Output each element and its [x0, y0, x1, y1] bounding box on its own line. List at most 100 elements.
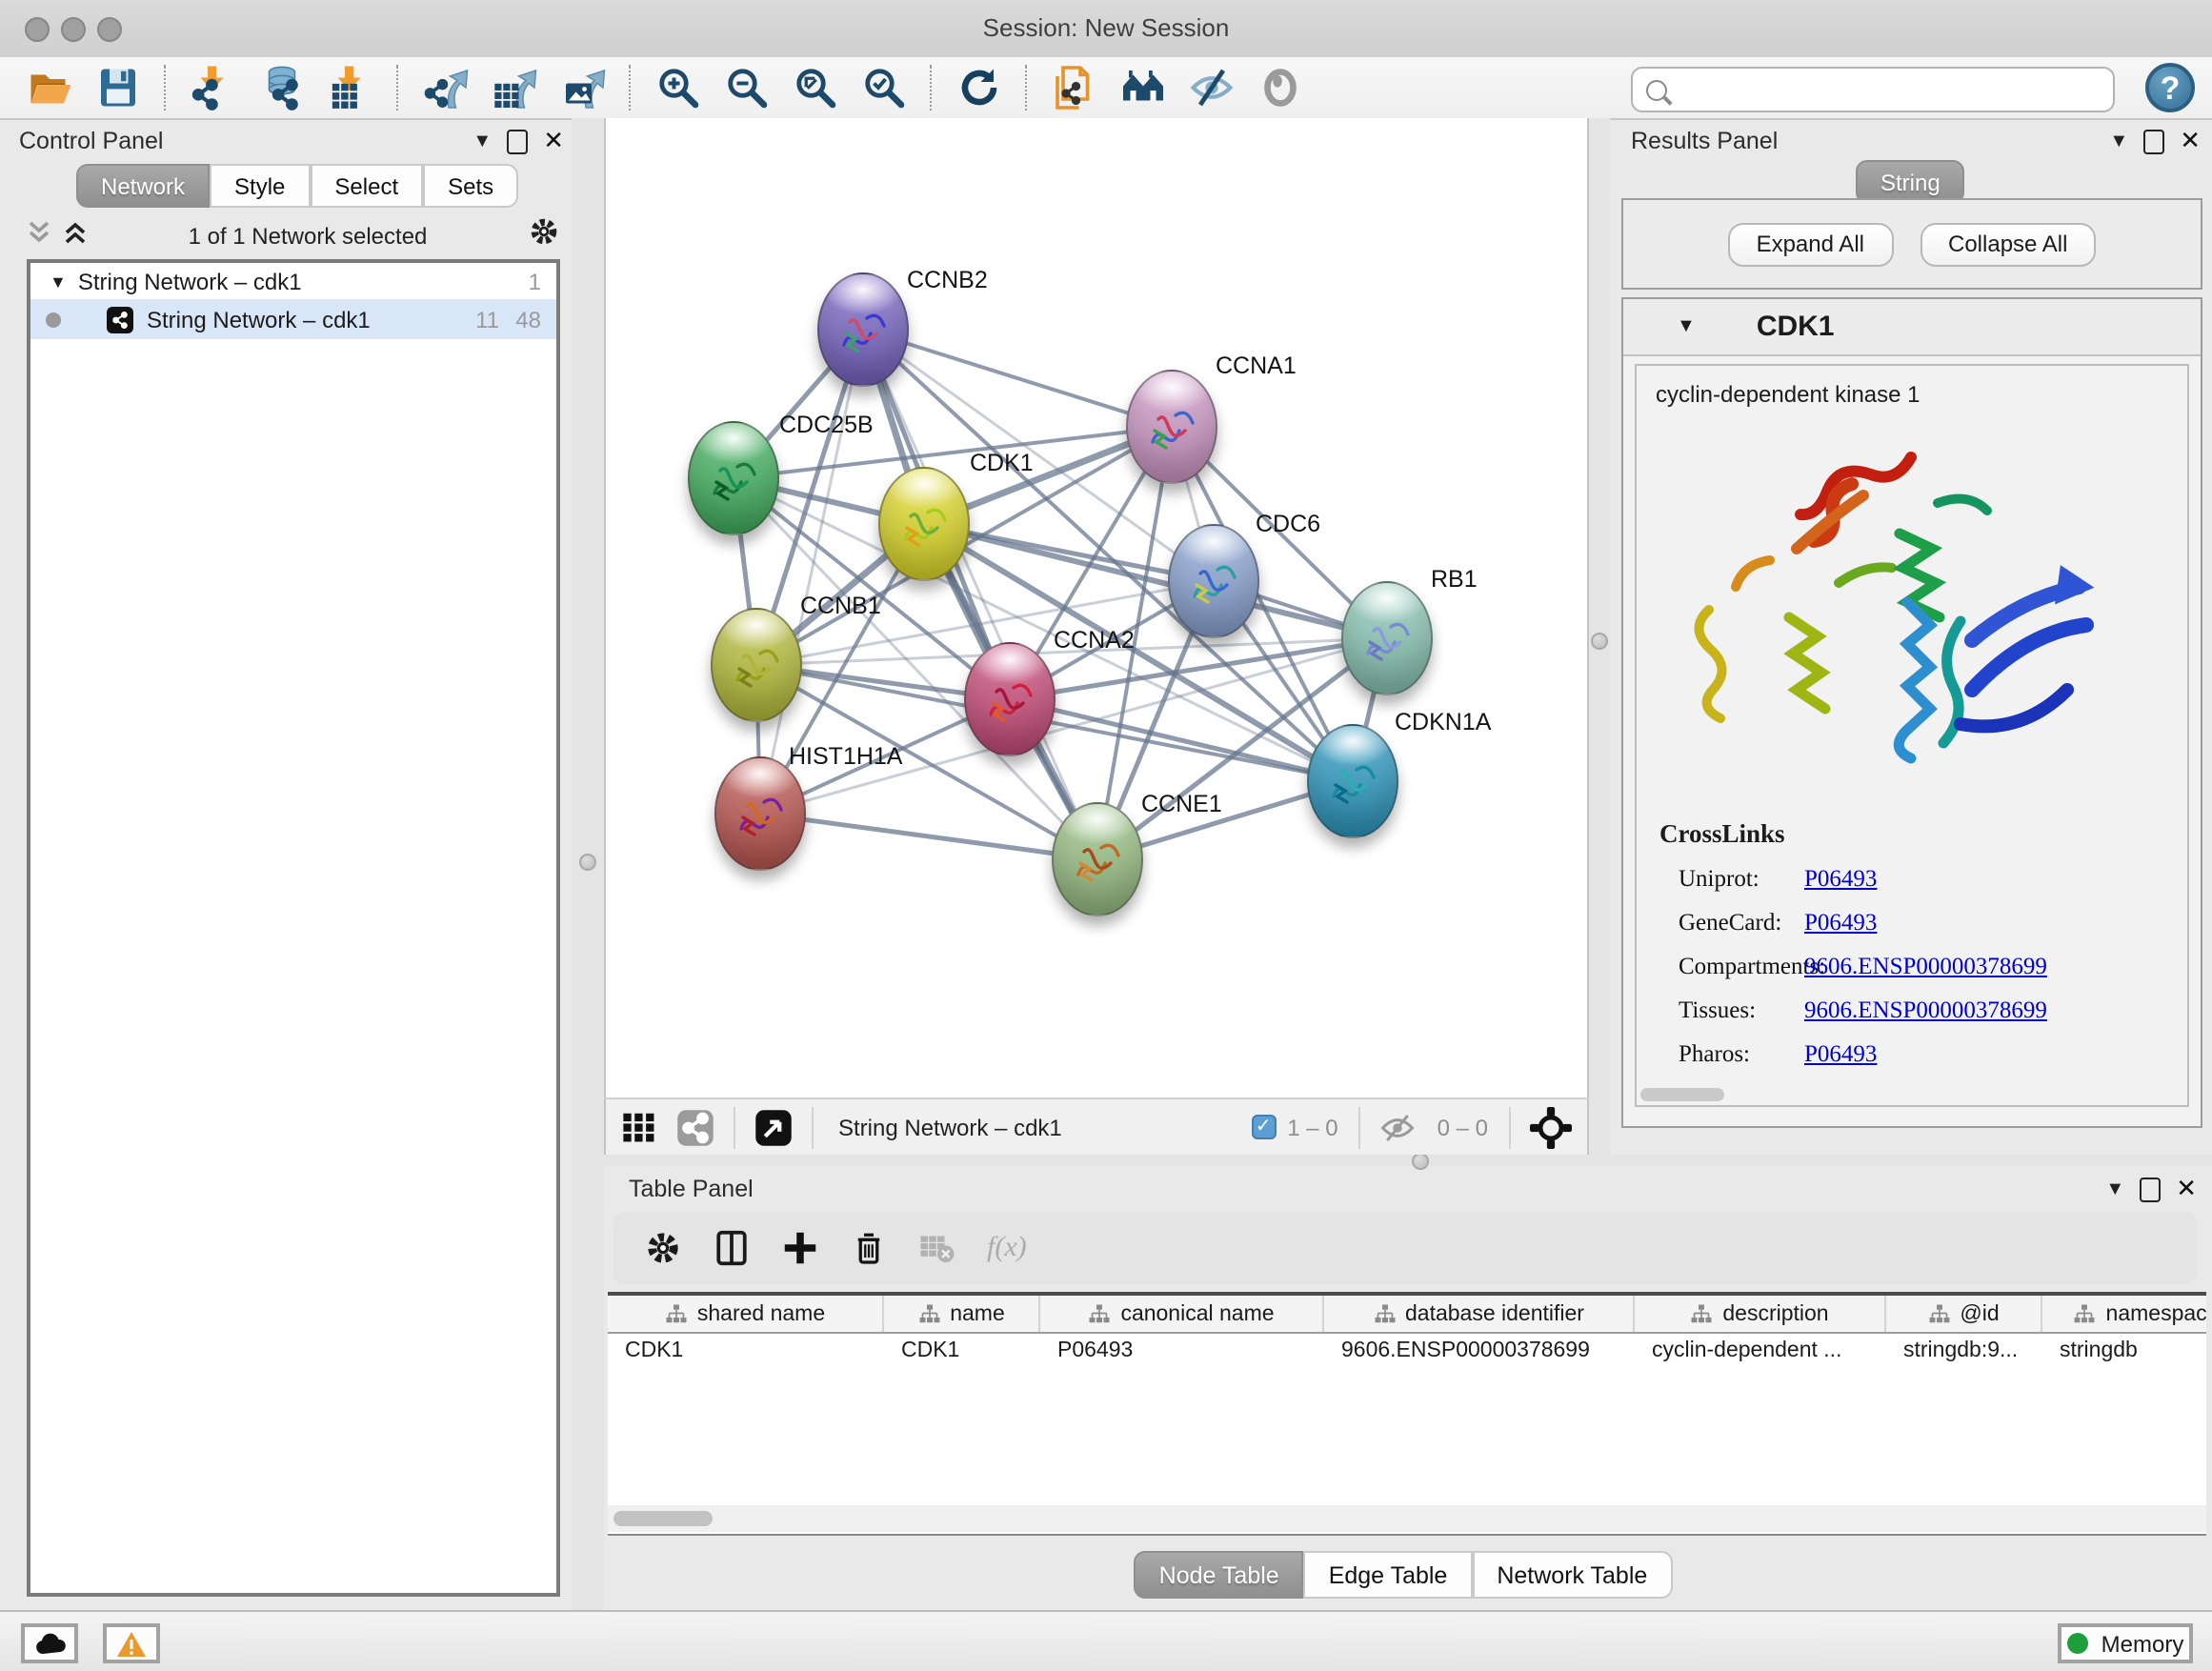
network-canvas[interactable]: CCNB2 CCNA1 CDC25B CDK1 CDC6 — [604, 118, 1589, 1097]
crosslink-url[interactable]: 9606.ENSP00000378699 — [1804, 953, 2047, 981]
hidden-eye-icon[interactable] — [1380, 1112, 1417, 1142]
tab-network[interactable]: Network — [76, 164, 210, 208]
collection-collapse-icon[interactable]: ▼ — [50, 272, 67, 291]
show-hide-graphics-icon[interactable] — [1183, 61, 1240, 114]
network-node-CCNB2[interactable] — [817, 272, 909, 387]
crosslink-url[interactable]: P06493 — [1804, 1040, 1877, 1069]
zoom-out-icon[interactable] — [718, 61, 775, 114]
left-splitter[interactable] — [572, 118, 604, 1610]
open-file-icon[interactable] — [21, 61, 78, 114]
column-header-description[interactable]: description — [1635, 1296, 1886, 1332]
search-input[interactable] — [1677, 76, 2113, 103]
network-node-CDC25B[interactable] — [688, 421, 779, 535]
results-entry-body: cyclin-dependent kinase 1 — [1635, 364, 2189, 1107]
entry-collapse-icon[interactable]: ▼ — [1677, 316, 1696, 337]
network-node-CDC6[interactable] — [1168, 524, 1259, 638]
zoom-in-icon[interactable] — [650, 61, 707, 114]
table-cell[interactable]: cyclin-dependent ... — [1635, 1334, 1886, 1366]
collapse-all-networks-icon[interactable] — [27, 218, 51, 254]
crosslink-label: Compartments: — [1679, 953, 1804, 981]
network-node-CCNE1[interactable] — [1052, 802, 1143, 916]
selected-checkbox-icon[interactable]: ✓ — [1251, 1115, 1276, 1139]
results-scrollbar[interactable] — [1640, 1088, 1724, 1101]
network-node-CCNA1[interactable] — [1126, 370, 1217, 484]
node-label-RB1: RB1 — [1431, 566, 1478, 593]
network-row[interactable]: String Network – cdk1 11 48 — [30, 299, 556, 339]
table-cell[interactable]: stringdb:9... — [1886, 1334, 2042, 1366]
control-panel-close-icon[interactable]: ✕ — [543, 126, 564, 156]
crosslink-url[interactable]: 9606.ENSP00000378699 — [1804, 997, 2047, 1025]
tab-select[interactable]: Select — [310, 164, 423, 208]
control-panel-menu-icon[interactable]: ▼ — [473, 131, 492, 151]
help-icon[interactable]: ? — [2145, 63, 2195, 112]
column-header-database-identifier[interactable]: database identifier — [1324, 1296, 1635, 1332]
table-cell[interactable]: P06493 — [1040, 1334, 1324, 1366]
network-node-RB1[interactable] — [1341, 581, 1433, 695]
table-cell[interactable]: 9606.ENSP00000378699 — [1324, 1334, 1635, 1366]
column-header-canonical-name[interactable]: canonical name — [1040, 1296, 1324, 1332]
node-table: shared namenamecanonical namedatabase id… — [608, 1292, 2206, 1536]
results-panel-float-icon[interactable] — [2143, 129, 2164, 153]
table-cell[interactable]: CDK1 — [884, 1334, 1040, 1366]
network-node-CCNA2[interactable] — [964, 642, 1056, 756]
first-neighbors-icon[interactable] — [1115, 61, 1172, 114]
control-panel-float-icon[interactable] — [507, 129, 528, 153]
tab-sets[interactable]: Sets — [423, 164, 518, 208]
network-node-CDK1[interactable] — [878, 467, 970, 581]
bottom-splitter[interactable] — [604, 1155, 2212, 1166]
bird-eye-toggle-icon[interactable] — [1252, 61, 1309, 114]
crosslink-url[interactable]: P06493 — [1804, 909, 1877, 937]
grid-view-icon[interactable] — [621, 1109, 657, 1145]
select-columns-icon[interactable] — [713, 1229, 751, 1267]
import-network-database-icon[interactable] — [253, 61, 311, 114]
fit-content-icon[interactable] — [787, 61, 844, 114]
refresh-icon[interactable] — [951, 61, 1008, 114]
tab-network-table[interactable]: Network Table — [1472, 1551, 1672, 1599]
import-network-file-icon[interactable] — [185, 61, 242, 114]
table-hscrollbar[interactable] — [608, 1505, 2206, 1532]
export-image-icon[interactable] — [554, 61, 612, 114]
table-cell[interactable]: CDK1 — [608, 1334, 884, 1366]
expand-all-button[interactable]: Expand All — [1728, 222, 1893, 266]
column-header-shared-name[interactable]: shared name — [608, 1296, 884, 1332]
column-header-namespace[interactable]: namespace — [2042, 1296, 2206, 1332]
tab-edge-table[interactable]: Edge Table — [1304, 1551, 1473, 1599]
zoom-selected-icon[interactable] — [855, 61, 913, 114]
table-row[interactable]: CDK1CDK1P064939606.ENSP00000378699cyclin… — [608, 1334, 2206, 1366]
network-options-gear-icon[interactable] — [528, 215, 560, 257]
network-view-share-icon[interactable] — [676, 1108, 714, 1146]
tab-style[interactable]: Style — [210, 164, 310, 208]
export-table-icon[interactable] — [486, 61, 543, 114]
network-collection-row[interactable]: ▼ String Network – cdk1 1 — [30, 263, 556, 299]
results-panel-menu-icon[interactable]: ▼ — [2109, 131, 2128, 151]
table-panel-menu-icon[interactable]: ▼ — [2105, 1178, 2124, 1199]
delete-column-icon[interactable] — [850, 1229, 888, 1267]
expand-all-networks-icon[interactable] — [63, 218, 88, 254]
memory-button[interactable]: Memory — [2058, 1623, 2193, 1663]
fit-selected-target-icon[interactable] — [1530, 1106, 1572, 1148]
tab-node-table[interactable]: Node Table — [1135, 1551, 1304, 1599]
save-session-icon[interactable] — [90, 61, 147, 114]
network-node-CCNB1[interactable] — [711, 608, 802, 722]
table-gear-icon[interactable] — [644, 1229, 682, 1267]
automation-cloud-button[interactable] — [21, 1623, 78, 1663]
right-splitter[interactable] — [1589, 118, 1610, 1155]
network-node-CDKN1A[interactable] — [1307, 724, 1398, 838]
results-panel-close-icon[interactable]: ✕ — [2180, 126, 2201, 156]
crosslink-url[interactable]: P06493 — [1804, 865, 1877, 894]
memory-status-dot — [2067, 1633, 2088, 1654]
table-panel-close-icon[interactable]: ✕ — [2176, 1174, 2197, 1204]
export-network-icon[interactable] — [417, 61, 474, 114]
warnings-button[interactable] — [103, 1623, 160, 1663]
collapse-all-button[interactable]: Collapse All — [1920, 222, 2096, 266]
clone-network-icon[interactable] — [1046, 61, 1103, 114]
table-cell[interactable]: stringdb — [2042, 1334, 2206, 1366]
import-table-icon[interactable] — [322, 61, 379, 114]
add-column-icon[interactable] — [781, 1229, 819, 1267]
column-header-name[interactable]: name — [884, 1296, 1040, 1332]
network-node-HIST1H1A[interactable] — [714, 756, 806, 871]
results-entry-header[interactable]: ▼ CDK1 — [1623, 299, 2201, 356]
birds-eye-view-icon[interactable] — [754, 1108, 793, 1146]
table-panel-float-icon[interactable] — [2140, 1177, 2161, 1201]
column-header--id[interactable]: @id — [1886, 1296, 2042, 1332]
